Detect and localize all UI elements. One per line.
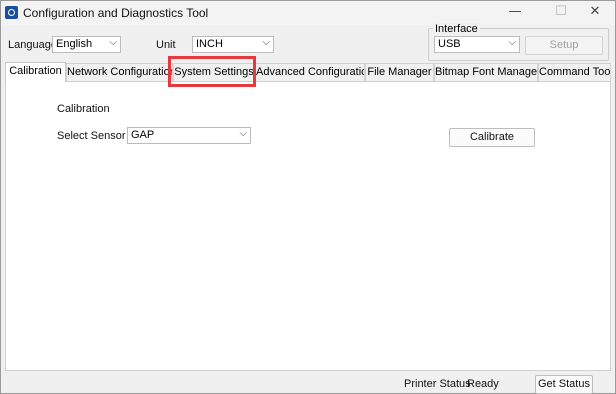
close-button[interactable]: ✕ <box>575 1 615 25</box>
chevron-down-icon: ⌵ <box>262 37 270 48</box>
app-icon <box>5 6 18 19</box>
printer-status-value: Ready <box>467 378 499 390</box>
tab-bitmap-font-manager[interactable]: Bitmap Font Manager <box>434 63 538 81</box>
get-status-button[interactable]: Get Status <box>535 375 593 394</box>
tab-command-tool[interactable]: Command Tool <box>538 63 611 81</box>
calibration-panel <box>5 81 611 371</box>
interface-value: USB <box>438 38 461 50</box>
sensor-select[interactable]: GAP ⌵ <box>127 127 251 144</box>
sensor-value: GAP <box>131 129 155 141</box>
unit-label: Unit <box>156 39 176 51</box>
printer-status-label: Printer Status <box>404 378 471 390</box>
setup-button[interactable]: Setup <box>525 36 603 55</box>
tab-bar: Calibration Network Configuration System… <box>5 62 611 82</box>
interface-label: Interface <box>433 23 480 35</box>
calibrate-button[interactable]: Calibrate <box>449 128 535 147</box>
highlight-box <box>168 56 256 87</box>
title-bar: Configuration and Diagnostics Tool — ☐ ✕ <box>1 1 615 25</box>
interface-select[interactable]: USB ⌵ <box>434 36 520 53</box>
window-title: Configuration and Diagnostics Tool <box>23 6 209 20</box>
tab-network-configuration[interactable]: Network Configuration <box>66 63 173 81</box>
language-select[interactable]: English ⌵ <box>52 36 121 53</box>
language-value: English <box>56 38 93 50</box>
chevron-down-icon: ⌵ <box>508 37 516 48</box>
chevron-down-icon: ⌵ <box>239 128 247 139</box>
status-bar <box>1 371 615 393</box>
select-sensor-label: Select Sensor <box>57 130 126 142</box>
tab-file-manager[interactable]: File Manager <box>365 63 434 81</box>
app-window: Configuration and Diagnostics Tool — ☐ ✕… <box>0 0 616 394</box>
unit-select[interactable]: INCH ⌵ <box>192 36 274 53</box>
tab-calibration[interactable]: Calibration <box>5 62 66 82</box>
unit-value: INCH <box>196 38 223 50</box>
tab-advanced-configuration[interactable]: Advanced Configuration <box>255 63 365 81</box>
chevron-down-icon: ⌵ <box>109 37 117 48</box>
minimize-button[interactable]: — <box>495 1 535 25</box>
language-label: Language <box>8 39 57 51</box>
calibration-heading: Calibration <box>57 103 110 115</box>
